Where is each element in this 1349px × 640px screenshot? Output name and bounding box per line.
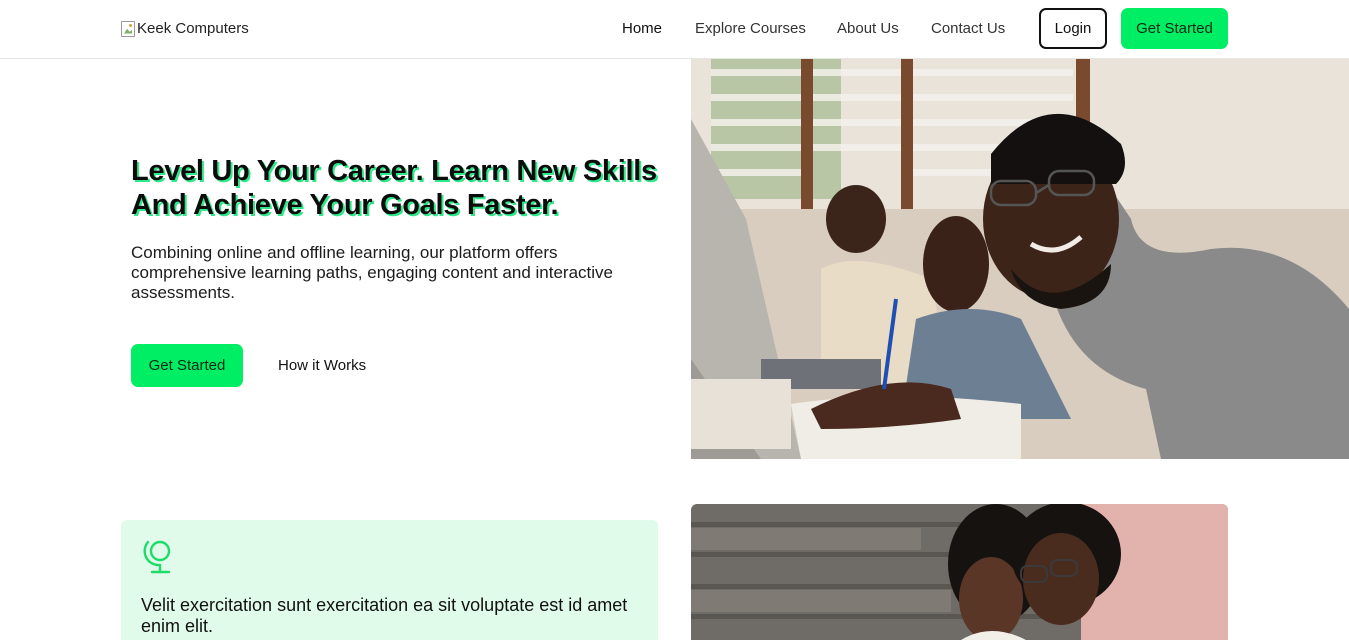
photo-students-studying [691,504,1228,640]
hero-photo-students-classroom [691,59,1349,459]
broken-image-icon [121,20,135,37]
hero-get-started-button[interactable]: Get Started [131,344,243,387]
hero-title: Level Up Your Career. Learn New Skills A… [131,155,657,221]
how-it-works-link[interactable]: How it Works [278,357,366,374]
nav-link-home[interactable]: Home [622,20,662,37]
nav-link-explore-courses[interactable]: Explore Courses [695,20,806,37]
feature-text: Velit exercitation sunt exercitation ea … [141,595,628,636]
hero-subtitle: Combining online and offline learning, o… [131,243,613,302]
nav-link-contact-us[interactable]: Contact Us [931,20,1005,37]
nav-link-about-us[interactable]: About Us [837,20,899,37]
globe-stand-icon [143,536,177,576]
feature-card: Velit exercitation sunt exercitation ea … [121,520,658,640]
logo-alt-text: Keek Computers [137,20,249,37]
site-logo[interactable]: Keek Computers [121,20,249,37]
top-navbar: Keek Computers Home Explore Courses Abou… [0,0,1349,59]
nav-get-started-button[interactable]: Get Started [1121,8,1228,49]
login-button[interactable]: Login [1039,8,1107,49]
